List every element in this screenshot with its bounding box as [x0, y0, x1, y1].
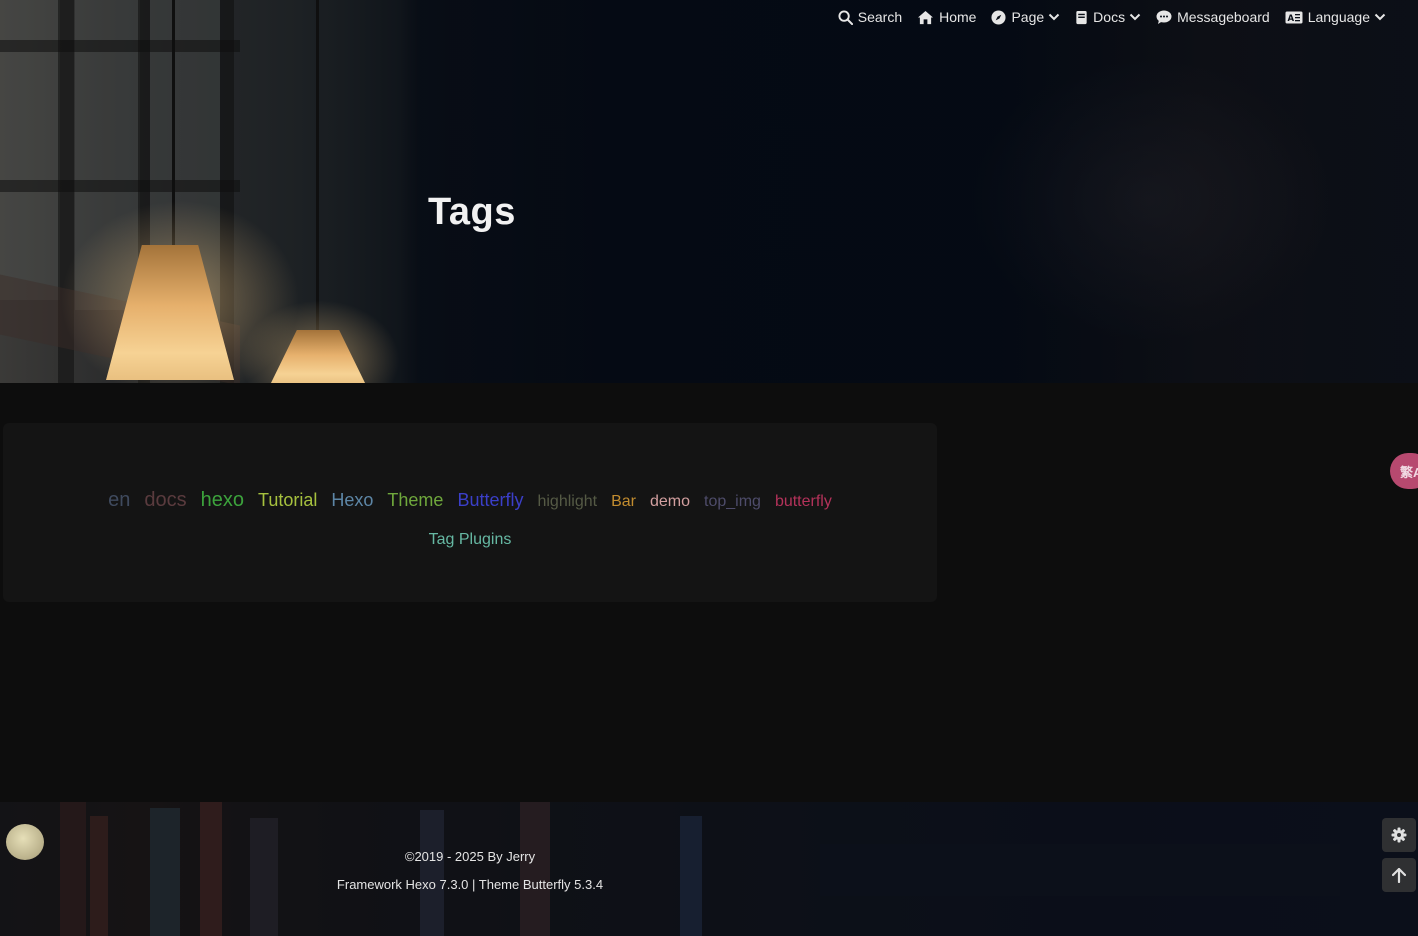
tag-link[interactable]: Tutorial [258, 481, 317, 519]
tag-link[interactable]: Tag Plugins [429, 521, 512, 559]
tag-link[interactable]: en [108, 481, 130, 519]
translate-button-label: 繁A [1400, 464, 1418, 480]
nav-docs[interactable]: Docs [1075, 9, 1141, 25]
nav-messageboard-label: Messageboard [1177, 9, 1270, 25]
nav-search-label: Search [857, 9, 903, 25]
tag-link[interactable]: butterfly [775, 483, 832, 521]
tag-link[interactable]: docs [144, 481, 186, 519]
tag-link[interactable]: hexo [201, 481, 244, 519]
nav-language[interactable]: A Language [1285, 9, 1386, 25]
page-title: Tags [428, 191, 516, 233]
footer-copyright: ©2019 - 2025 By Jerry [404, 849, 536, 864]
tag-cloud: en docs hexo Tutorial Hexo Theme Butterfly high… [43, 481, 897, 559]
tag-link[interactable]: highlight [537, 483, 597, 521]
svg-text:A: A [1287, 14, 1294, 24]
tag-link[interactable]: Butterfly [457, 481, 523, 519]
book-icon [1076, 10, 1087, 24]
banner-overlay [0, 0, 1418, 383]
nav-messageboard[interactable]: Messageboard [1156, 9, 1270, 25]
page-header-banner: Tags Search Home Page Docs Messageboard … [0, 0, 1418, 383]
nav-home[interactable]: Home [917, 9, 976, 25]
tag-link[interactable]: Hexo [331, 481, 373, 519]
home-icon [918, 10, 934, 24]
footer-framework: Framework Hexo 7.3.0 | Theme Butterfly 5… [336, 877, 604, 892]
footer: ©2019 - 2025 By Jerry Framework Hexo 7.3… [0, 802, 1418, 936]
chevron-down-icon [1129, 13, 1141, 21]
nav-docs-label: Docs [1093, 9, 1126, 25]
chevron-down-icon [1374, 13, 1386, 21]
comment-icon [1156, 10, 1172, 24]
tag-link[interactable]: demo [650, 483, 690, 521]
top-nav: Search Home Page Docs Messageboard A Lan… [823, 6, 1386, 28]
chevron-down-icon [1048, 13, 1060, 21]
footer-overlay [0, 802, 1418, 936]
nav-search[interactable]: Search [838, 9, 902, 25]
tag-link[interactable]: top_img [704, 483, 761, 521]
back-to-top-button[interactable] [1382, 858, 1416, 892]
nav-page[interactable]: Page [991, 9, 1060, 25]
tag-link[interactable]: Theme [387, 481, 443, 519]
translate-button[interactable]: 繁A [1390, 453, 1418, 489]
nav-home-label: Home [939, 9, 977, 25]
language-icon: A [1285, 11, 1303, 24]
nav-language-label: Language [1307, 9, 1370, 25]
nav-page-label: Page [1011, 9, 1045, 25]
gear-icon [1391, 827, 1407, 843]
compass-icon [991, 9, 1006, 25]
settings-button[interactable] [1382, 818, 1416, 852]
arrow-up-icon [1392, 867, 1406, 883]
search-icon [838, 9, 853, 25]
tag-link[interactable]: Bar [611, 483, 636, 521]
tag-cloud-card: en docs hexo Tutorial Hexo Theme Butterfly high… [3, 423, 937, 602]
